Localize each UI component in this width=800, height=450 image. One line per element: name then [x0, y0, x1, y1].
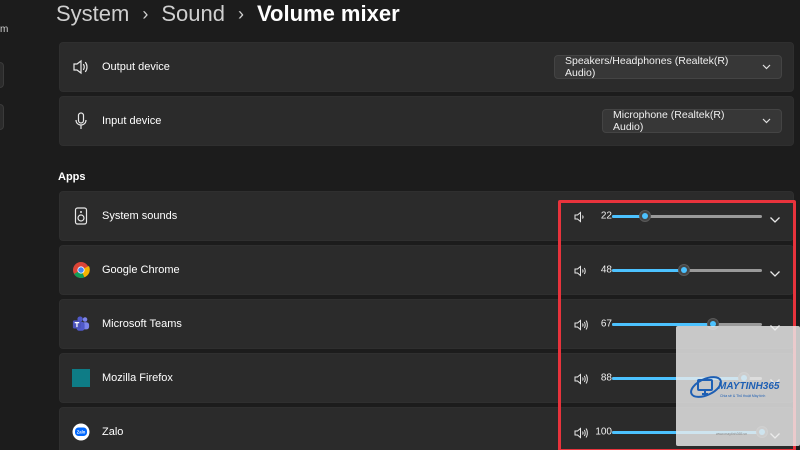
chevron-right-icon: › — [237, 3, 244, 24]
nav-partial-text: m — [0, 24, 9, 35]
app-name: Mozilla Firefox — [102, 372, 173, 384]
slider-thumb[interactable] — [639, 210, 651, 222]
volume-icon[interactable] — [574, 426, 588, 439]
volume-slider[interactable] — [612, 263, 762, 277]
nav-item[interactable] — [0, 62, 4, 88]
svg-text:Zalo: Zalo — [77, 430, 86, 435]
app-name: System sounds — [102, 210, 178, 222]
input-device-label: Input device — [102, 115, 162, 127]
teams-icon — [72, 315, 90, 333]
volume-icon[interactable] — [574, 318, 588, 331]
firefox-icon — [72, 369, 90, 387]
output-device-label: Output device — [102, 61, 170, 73]
app-row-google-chrome: Google Chrome 48 — [59, 245, 794, 295]
chevron-down-icon[interactable] — [769, 265, 783, 277]
volume-icon[interactable] — [574, 264, 588, 277]
watermark: MAYTINH365 Chia sẻ & Thủ thuật Máy tính … — [676, 326, 800, 446]
volume-value: 88 — [600, 372, 612, 384]
breadcrumb-system[interactable]: System — [56, 1, 129, 27]
chevron-down-icon[interactable] — [769, 211, 783, 223]
chevron-right-icon: › — [142, 3, 149, 24]
volume-value: 22 — [600, 210, 612, 222]
app-row-system-sounds: System sounds 22 — [59, 191, 794, 241]
output-device-dropdown[interactable]: Speakers/Headphones (Realtek(R) Audio) — [554, 55, 782, 79]
slider-thumb[interactable] — [678, 264, 690, 276]
watermark-tagline: Chia sẻ & Thủ thuật Máy tính — [720, 394, 766, 398]
app-name: Microsoft Teams — [102, 318, 182, 330]
nav-pane: m — [0, 0, 40, 450]
speaker-icon — [72, 58, 90, 76]
chevron-down-icon — [762, 115, 771, 127]
volume-value: 48 — [600, 264, 612, 276]
breadcrumb-sound[interactable]: Sound — [161, 1, 225, 27]
apps-section-title: Apps — [58, 171, 86, 183]
nav-item[interactable] — [0, 104, 4, 130]
chevron-down-icon — [762, 61, 771, 73]
system-sounds-icon — [72, 207, 90, 225]
zalo-icon: Zalo — [72, 423, 90, 441]
input-device-card: Input device Microphone (Realtek(R) Audi… — [59, 96, 794, 146]
watermark-url: www.maytinh365.vn — [716, 432, 748, 436]
breadcrumb: System › Sound › Volume mixer — [56, 0, 400, 28]
watermark-brand: MAYTINH365 — [718, 381, 780, 392]
chrome-icon — [72, 261, 90, 279]
volume-value: 100 — [595, 426, 612, 438]
microphone-icon — [72, 112, 90, 130]
app-name: Google Chrome — [102, 264, 180, 276]
input-device-dropdown[interactable]: Microphone (Realtek(R) Audio) — [602, 109, 782, 133]
volume-icon[interactable] — [574, 372, 588, 385]
volume-value: 67 — [600, 318, 612, 330]
volume-slider[interactable] — [612, 209, 762, 223]
volume-mixer-window: m System › Sound › Volume mixer Output d… — [0, 0, 800, 450]
app-name: Zalo — [102, 426, 124, 438]
volume-icon[interactable] — [574, 210, 588, 223]
page-title: Volume mixer — [256, 1, 400, 26]
input-device-value: Microphone (Realtek(R) Audio) — [613, 109, 725, 133]
output-device-value: Speakers/Headphones (Realtek(R) Audio) — [565, 55, 729, 79]
output-device-card: Output device Speakers/Headphones (Realt… — [59, 42, 794, 92]
